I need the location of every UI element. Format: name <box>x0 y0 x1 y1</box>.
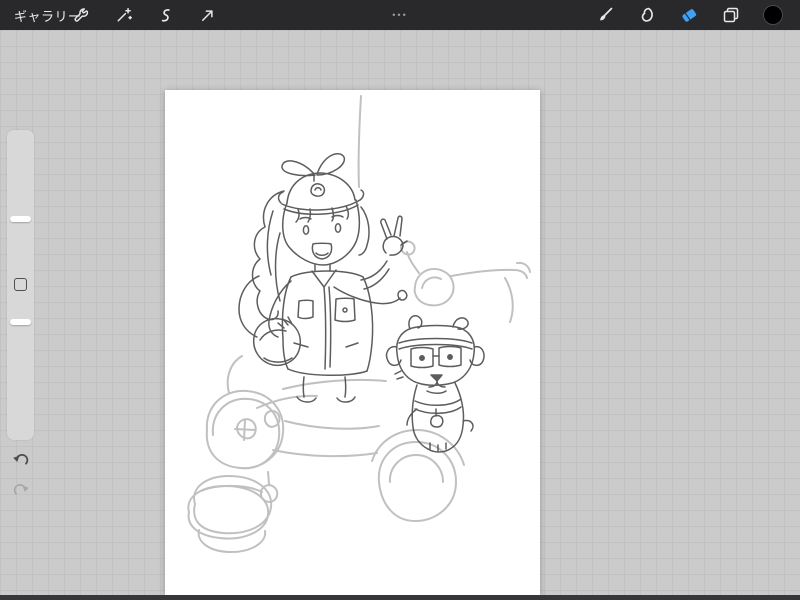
opacity-slider[interactable] <box>10 319 31 325</box>
sidebar-tool-strip <box>7 130 34 440</box>
canvas-workspace <box>0 30 800 600</box>
layers-icon <box>723 7 739 23</box>
undo-button[interactable] <box>9 448 33 472</box>
eraser-icon <box>682 9 697 22</box>
paint-tool-button[interactable] <box>584 0 626 30</box>
smudge-icon <box>641 7 653 22</box>
transform-button[interactable] <box>186 0 228 30</box>
selection-button[interactable] <box>144 0 186 30</box>
selection-icon <box>161 8 170 22</box>
artwork-sketch <box>187 95 531 553</box>
drawing-canvas[interactable] <box>165 90 540 595</box>
redo-icon <box>13 484 29 495</box>
top-toolbar: ギャラリー ••• <box>0 0 800 30</box>
transform-arrow-icon <box>201 9 213 21</box>
adjustments-button[interactable] <box>102 0 144 30</box>
erase-tool-button[interactable] <box>668 0 710 30</box>
actions-button[interactable] <box>60 0 102 30</box>
color-button[interactable] <box>752 0 794 30</box>
smudge-tool-button[interactable] <box>626 0 668 30</box>
procreate-app: ギャラリー ••• <box>0 0 800 600</box>
brush-icon <box>600 7 613 21</box>
canvas-options-dots[interactable]: ••• <box>392 0 407 30</box>
redo-button[interactable] <box>9 478 33 502</box>
undo-icon <box>13 454 29 465</box>
adjustments-wand-icon <box>117 7 132 21</box>
layers-button[interactable] <box>710 0 752 30</box>
modify-button[interactable] <box>14 278 27 291</box>
toolbar-right-group <box>584 0 794 30</box>
bottom-edge-bar <box>0 595 800 600</box>
brush-size-slider[interactable] <box>10 216 31 222</box>
toolbar-left-group <box>60 0 228 30</box>
wrench-icon <box>74 7 88 22</box>
color-swatch <box>763 5 783 25</box>
